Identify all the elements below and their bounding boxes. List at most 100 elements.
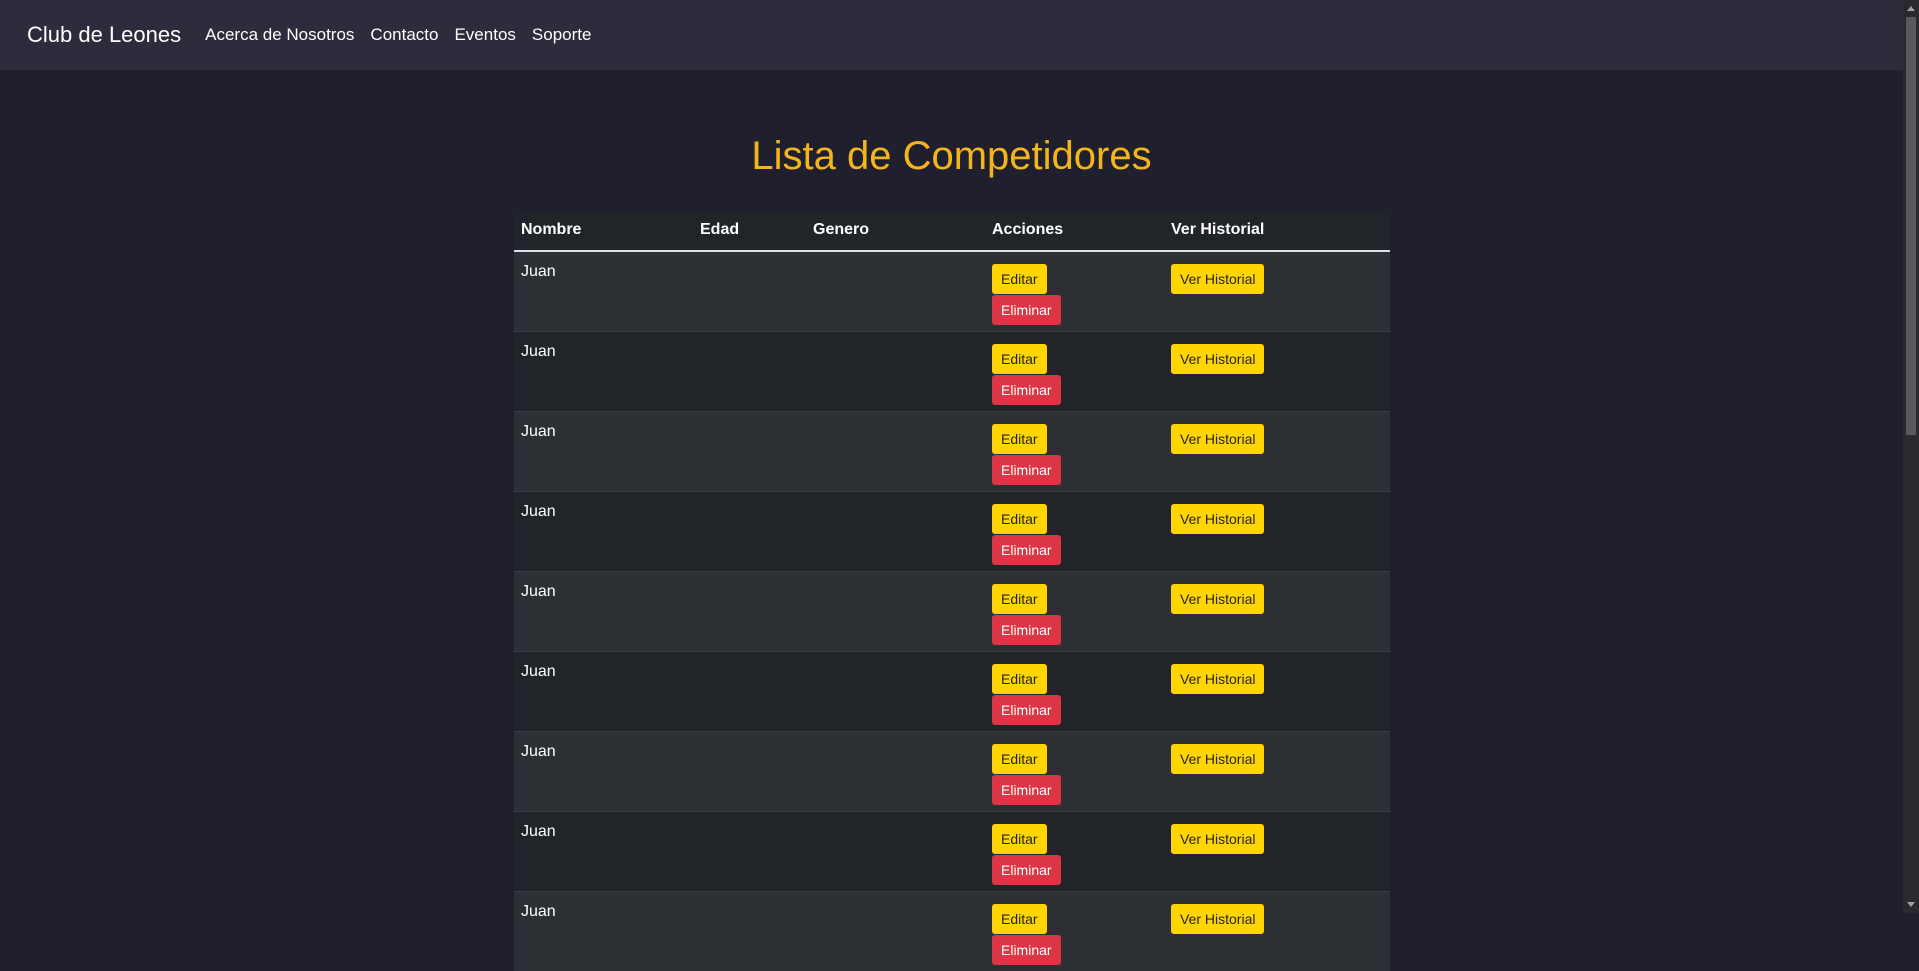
cell-ver-historial: Ver Historial	[1164, 652, 1390, 732]
view-history-button[interactable]: Ver Historial	[1171, 664, 1264, 694]
table-body: JuanEditarEliminarVer HistorialJuanEdita…	[514, 251, 1390, 971]
edit-button[interactable]: Editar	[992, 504, 1047, 534]
cell-edad	[693, 251, 806, 332]
cell-acciones: EditarEliminar	[985, 251, 1164, 332]
delete-button[interactable]: Eliminar	[992, 455, 1061, 485]
cell-ver-historial: Ver Historial	[1164, 412, 1390, 492]
table-row: JuanEditarEliminarVer Historial	[514, 732, 1390, 812]
vertical-scrollbar[interactable]	[1903, 0, 1919, 913]
cell-ver-historial: Ver Historial	[1164, 812, 1390, 892]
cell-nombre: Juan	[514, 412, 693, 492]
table-row: JuanEditarEliminarVer Historial	[514, 572, 1390, 652]
cell-ver-historial: Ver Historial	[1164, 251, 1390, 332]
cell-edad	[693, 652, 806, 732]
cell-genero	[806, 412, 985, 492]
table-row: JuanEditarEliminarVer Historial	[514, 332, 1390, 412]
cell-acciones: EditarEliminar	[985, 332, 1164, 412]
delete-button[interactable]: Eliminar	[992, 935, 1061, 965]
nav-link-eventos[interactable]: Eventos	[454, 25, 515, 45]
cell-edad	[693, 732, 806, 812]
cell-nombre: Juan	[514, 892, 693, 971]
table-row: JuanEditarEliminarVer Historial	[514, 412, 1390, 492]
cell-acciones: EditarEliminar	[985, 732, 1164, 812]
nav-link-acerca[interactable]: Acerca de Nosotros	[205, 25, 354, 45]
competitors-table: Nombre Edad Genero Acciones Ver Historia…	[514, 210, 1390, 971]
view-history-button[interactable]: Ver Historial	[1171, 264, 1264, 294]
table-row: JuanEditarEliminarVer Historial	[514, 251, 1390, 332]
cell-acciones: EditarEliminar	[985, 812, 1164, 892]
cell-genero	[806, 812, 985, 892]
view-history-button[interactable]: Ver Historial	[1171, 504, 1264, 534]
cell-genero	[806, 332, 985, 412]
header-edad: Edad	[693, 210, 806, 251]
scroll-down-icon[interactable]	[1907, 902, 1915, 907]
cell-nombre: Juan	[514, 652, 693, 732]
edit-button[interactable]: Editar	[992, 824, 1047, 854]
nav-link-contacto[interactable]: Contacto	[370, 25, 438, 45]
view-history-button[interactable]: Ver Historial	[1171, 744, 1264, 774]
cell-genero	[806, 492, 985, 572]
cell-edad	[693, 492, 806, 572]
cell-nombre: Juan	[514, 492, 693, 572]
header-genero: Genero	[806, 210, 985, 251]
cell-genero	[806, 652, 985, 732]
edit-button[interactable]: Editar	[992, 584, 1047, 614]
page-title: Lista de Competidores	[0, 134, 1903, 179]
cell-ver-historial: Ver Historial	[1164, 572, 1390, 652]
delete-button[interactable]: Eliminar	[992, 775, 1061, 805]
view-history-button[interactable]: Ver Historial	[1171, 424, 1264, 454]
cell-edad	[693, 412, 806, 492]
view-history-button[interactable]: Ver Historial	[1171, 824, 1264, 854]
delete-button[interactable]: Eliminar	[992, 375, 1061, 405]
cell-edad	[693, 892, 806, 971]
cell-nombre: Juan	[514, 812, 693, 892]
edit-button[interactable]: Editar	[992, 344, 1047, 374]
header-nombre: Nombre	[514, 210, 693, 251]
delete-button[interactable]: Eliminar	[992, 855, 1061, 885]
cell-genero	[806, 732, 985, 812]
delete-button[interactable]: Eliminar	[992, 615, 1061, 645]
cell-ver-historial: Ver Historial	[1164, 492, 1390, 572]
cell-acciones: EditarEliminar	[985, 572, 1164, 652]
cell-acciones: EditarEliminar	[985, 492, 1164, 572]
cell-genero	[806, 892, 985, 971]
edit-button[interactable]: Editar	[992, 744, 1047, 774]
cell-acciones: EditarEliminar	[985, 892, 1164, 971]
edit-button[interactable]: Editar	[992, 424, 1047, 454]
cell-nombre: Juan	[514, 572, 693, 652]
cell-ver-historial: Ver Historial	[1164, 732, 1390, 812]
edit-button[interactable]: Editar	[992, 664, 1047, 694]
cell-edad	[693, 812, 806, 892]
view-history-button[interactable]: Ver Historial	[1171, 584, 1264, 614]
header-ver-historial: Ver Historial	[1164, 210, 1390, 251]
delete-button[interactable]: Eliminar	[992, 295, 1061, 325]
table-row: JuanEditarEliminarVer Historial	[514, 652, 1390, 732]
cell-nombre: Juan	[514, 251, 693, 332]
scroll-up-icon[interactable]	[1907, 6, 1915, 11]
cell-genero	[806, 251, 985, 332]
nav-link-soporte[interactable]: Soporte	[532, 25, 592, 45]
table-row: JuanEditarEliminarVer Historial	[514, 892, 1390, 971]
delete-button[interactable]: Eliminar	[992, 535, 1061, 565]
cell-genero	[806, 572, 985, 652]
scroll-thumb[interactable]	[1906, 17, 1916, 435]
cell-edad	[693, 572, 806, 652]
cell-acciones: EditarEliminar	[985, 652, 1164, 732]
view-history-button[interactable]: Ver Historial	[1171, 344, 1264, 374]
cell-edad	[693, 332, 806, 412]
brand-link[interactable]: Club de Leones	[27, 22, 181, 48]
cell-ver-historial: Ver Historial	[1164, 332, 1390, 412]
table-row: JuanEditarEliminarVer Historial	[514, 812, 1390, 892]
cell-nombre: Juan	[514, 732, 693, 812]
table-header-row: Nombre Edad Genero Acciones Ver Historia…	[514, 210, 1390, 251]
header-acciones: Acciones	[985, 210, 1164, 251]
edit-button[interactable]: Editar	[992, 264, 1047, 294]
edit-button[interactable]: Editar	[992, 904, 1047, 934]
table-row: JuanEditarEliminarVer Historial	[514, 492, 1390, 572]
navbar: Club de Leones Acerca de Nosotros Contac…	[0, 0, 1903, 70]
cell-nombre: Juan	[514, 332, 693, 412]
cell-ver-historial: Ver Historial	[1164, 892, 1390, 971]
view-history-button[interactable]: Ver Historial	[1171, 904, 1264, 934]
cell-acciones: EditarEliminar	[985, 412, 1164, 492]
delete-button[interactable]: Eliminar	[992, 695, 1061, 725]
